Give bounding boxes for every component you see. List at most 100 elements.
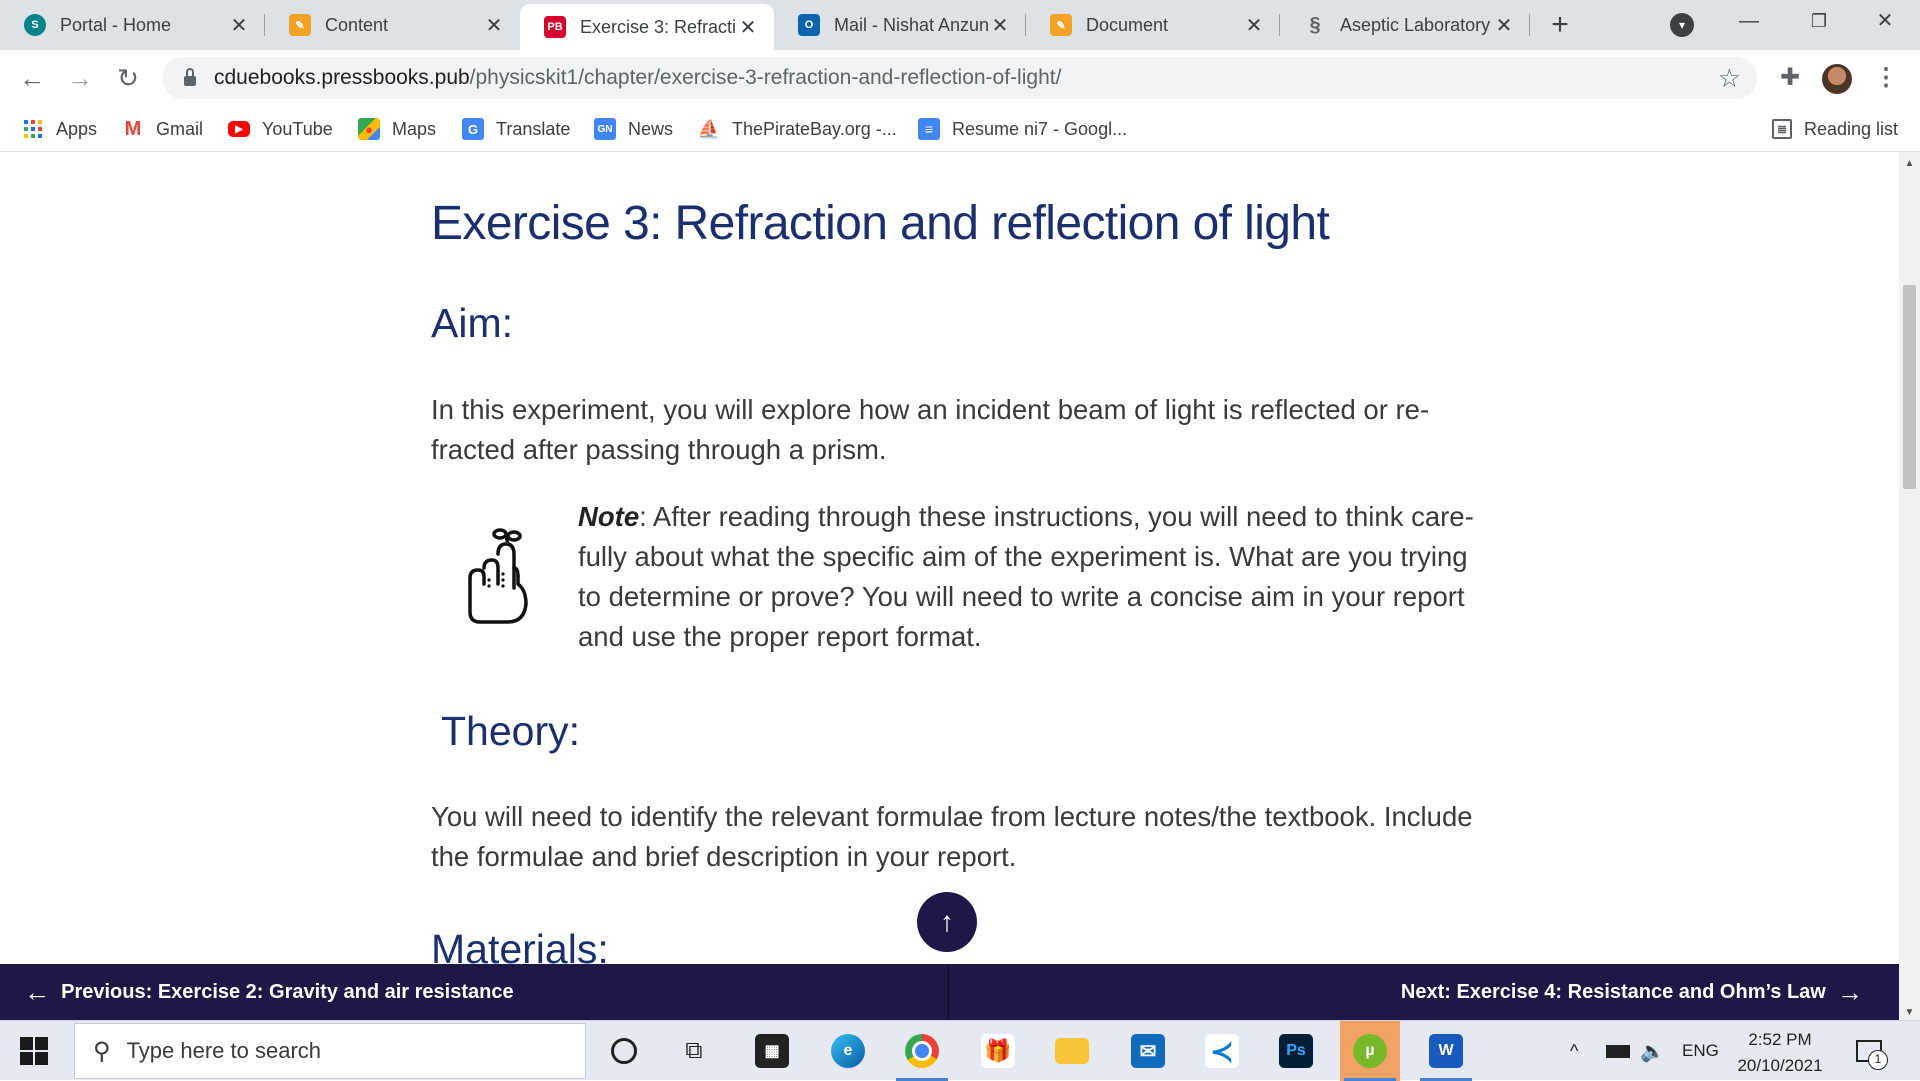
taskbar-search-input[interactable]: ⚲ Type here to search bbox=[74, 1023, 586, 1079]
store-icon[interactable]: ▦ bbox=[742, 1027, 802, 1075]
language-indicator[interactable]: ENG bbox=[1682, 1021, 1719, 1081]
bookmark-label: Resume ni7 - Googl... bbox=[952, 118, 1128, 139]
windows-start-icon[interactable] bbox=[20, 1037, 48, 1065]
word-icon[interactable]: W bbox=[1416, 1027, 1476, 1081]
tab-portal-home[interactable]: S Portal - Home ✕ bbox=[0, 0, 265, 50]
page-title: Exercise 3: Refraction and reflection of… bbox=[431, 197, 1330, 250]
bookmark-star-icon[interactable]: ☆ bbox=[1718, 63, 1741, 94]
photoshop-icon[interactable]: Ps bbox=[1266, 1027, 1326, 1075]
gift-icon[interactable]: 🎁 bbox=[968, 1027, 1028, 1075]
arrow-right-icon: → bbox=[1837, 976, 1863, 1007]
reload-button[interactable]: ↻ bbox=[110, 60, 146, 96]
bookmark-piratebay[interactable]: ⛵ ThePirateBay.org -... bbox=[698, 106, 897, 152]
volume-icon[interactable]: 🔈 bbox=[1640, 1021, 1665, 1081]
translate-icon: G bbox=[462, 118, 484, 140]
edge-icon[interactable]: e bbox=[818, 1027, 878, 1075]
address-bar[interactable]: cduebooks.pressbooks.pub/physicskit1/cha… bbox=[162, 57, 1757, 99]
tab-exercise-3[interactable]: PB Exercise 3: Refractio ✕ bbox=[520, 4, 774, 50]
page-content: Exercise 3: Refraction and reflection of… bbox=[0, 152, 1899, 964]
reading-list-button[interactable]: ≣ Reading list bbox=[1772, 106, 1898, 152]
bookmark-maps[interactable]: ● Maps bbox=[358, 106, 436, 152]
notification-badge: 1 bbox=[1868, 1050, 1888, 1070]
docs-icon: ≡ bbox=[918, 118, 940, 140]
task-view-icon[interactable]: ⧉ bbox=[664, 1027, 724, 1075]
reading-list-label: Reading list bbox=[1804, 118, 1899, 139]
tab-aseptic-laboratory[interactable]: § Aseptic Laboratory ✕ bbox=[1280, 0, 1530, 50]
restore-button[interactable]: ❐ bbox=[1784, 0, 1854, 42]
back-button[interactable]: ← bbox=[14, 60, 50, 96]
tab-title: Mail - Nishat Anzun bbox=[834, 14, 988, 35]
scroll-up-arrow-icon[interactable]: ▲ bbox=[1899, 158, 1920, 169]
tab-search-icon[interactable]: ▾ bbox=[1670, 13, 1694, 37]
page-scrollbar[interactable]: ▲ ▼ bbox=[1899, 152, 1920, 1020]
minimize-button[interactable]: — bbox=[1714, 0, 1784, 42]
scroll-to-top-button[interactable]: ↑ bbox=[917, 892, 977, 952]
theory-line: the formulae and brief description in yo… bbox=[431, 841, 1017, 872]
bookmark-label: News bbox=[628, 118, 674, 139]
clock-time: 2:52 PM bbox=[1748, 1030, 1812, 1049]
close-icon[interactable]: ✕ bbox=[1242, 13, 1266, 38]
cortana-icon[interactable] bbox=[594, 1027, 654, 1075]
aim-line: In this experiment, you will explore how… bbox=[431, 394, 1430, 425]
aim-line: fracted after passing through a prism. bbox=[431, 434, 887, 465]
file-explorer-icon[interactable] bbox=[1042, 1027, 1102, 1075]
close-icon[interactable]: ✕ bbox=[482, 13, 506, 38]
tab-mail[interactable]: O Mail - Nishat Anzun ✕ bbox=[774, 0, 1026, 50]
previous-chapter-link[interactable]: ← Previous: Exercise 2: Gravity and air … bbox=[24, 964, 514, 1020]
profile-avatar[interactable] bbox=[1822, 64, 1852, 94]
bookmark-news[interactable]: GN News bbox=[594, 106, 673, 152]
windows-taskbar: ⚲ Type here to search ⧉ ▦ e 🎁 ✉ ≺ Ps µ W… bbox=[0, 1020, 1920, 1081]
aim-heading: Aim: bbox=[431, 300, 513, 346]
lock-icon[interactable] bbox=[184, 68, 196, 86]
battery-icon[interactable] bbox=[1606, 1021, 1630, 1081]
forward-button[interactable]: → bbox=[62, 60, 98, 96]
scroll-down-arrow-icon[interactable]: ▼ bbox=[1899, 1007, 1920, 1018]
vscode-icon[interactable]: ≺ bbox=[1192, 1027, 1252, 1075]
arrow-left-icon: ← bbox=[24, 976, 50, 1007]
note-label: Note bbox=[578, 501, 640, 532]
show-hidden-icons[interactable]: ^ bbox=[1570, 1021, 1578, 1081]
extensions-puzzle-icon[interactable]: ✚ bbox=[1774, 62, 1806, 94]
next-chapter-link[interactable]: Next: Exercise 4: Resistance and Ohm’s L… bbox=[1401, 964, 1863, 1020]
clock[interactable]: 2:52 PM 20/10/2021 bbox=[1720, 1027, 1840, 1079]
reading-list-icon: ≣ bbox=[1772, 119, 1792, 139]
tab-title: Portal - Home bbox=[60, 14, 172, 35]
materials-heading: Materials: bbox=[431, 926, 609, 964]
note-line: to determine or prove? You will need to … bbox=[578, 581, 1465, 612]
bookmark-apps[interactable]: Apps bbox=[22, 106, 97, 152]
url-text: cduebooks.pressbooks.pub/physicskit1/cha… bbox=[214, 66, 1061, 90]
bookmark-youtube[interactable]: ▶ YouTube bbox=[228, 106, 333, 152]
utorrent-icon[interactable]: µ bbox=[1340, 1021, 1400, 1081]
tab-document[interactable]: ✎ Document ✕ bbox=[1026, 0, 1280, 50]
sharepoint-icon: S bbox=[24, 14, 46, 36]
bookmark-label: Apps bbox=[56, 118, 98, 139]
bookmark-translate[interactable]: G Translate bbox=[462, 106, 570, 152]
bookmark-resume-doc[interactable]: ≡ Resume ni7 - Googl... bbox=[918, 106, 1127, 152]
chrome-icon[interactable] bbox=[892, 1027, 952, 1081]
pressbooks-icon: PB bbox=[544, 16, 566, 38]
tab-content[interactable]: ✎ Content ✕ bbox=[265, 0, 520, 50]
menu-kebab-icon[interactable]: ⋮ bbox=[1870, 62, 1902, 94]
mail-icon[interactable]: ✉ bbox=[1118, 1027, 1178, 1075]
close-window-button[interactable]: ✕ bbox=[1850, 0, 1920, 42]
tab-strip: S Portal - Home ✕ ✎ Content ✕ PB Exercis… bbox=[0, 0, 1920, 50]
close-icon[interactable]: ✕ bbox=[988, 13, 1012, 38]
clock-date: 20/10/2021 bbox=[1737, 1056, 1823, 1075]
search-placeholder: Type here to search bbox=[126, 1038, 322, 1063]
close-icon[interactable]: ✕ bbox=[736, 15, 760, 40]
new-tab-button[interactable]: + bbox=[1543, 8, 1577, 42]
pencil-icon: ✎ bbox=[1050, 14, 1072, 36]
maps-icon: ● bbox=[358, 118, 380, 140]
url-path: /physicskit1/chapter/exercise-3-refracti… bbox=[469, 66, 1062, 89]
news-icon: GN bbox=[594, 118, 616, 140]
scrollbar-thumb[interactable] bbox=[1903, 285, 1916, 489]
gmail-icon: M bbox=[124, 117, 142, 140]
close-icon[interactable]: ✕ bbox=[1492, 13, 1516, 38]
close-icon[interactable]: ✕ bbox=[227, 13, 251, 38]
url-host: cduebooks.pressbooks.pub bbox=[214, 66, 470, 89]
notifications-icon[interactable]: 1 bbox=[1856, 1021, 1888, 1081]
search-icon: ⚲ bbox=[93, 1037, 111, 1065]
finger-string-reminder-icon bbox=[468, 528, 528, 624]
bookmark-gmail[interactable]: M Gmail bbox=[122, 106, 203, 152]
bookmark-label: Translate bbox=[496, 118, 571, 139]
